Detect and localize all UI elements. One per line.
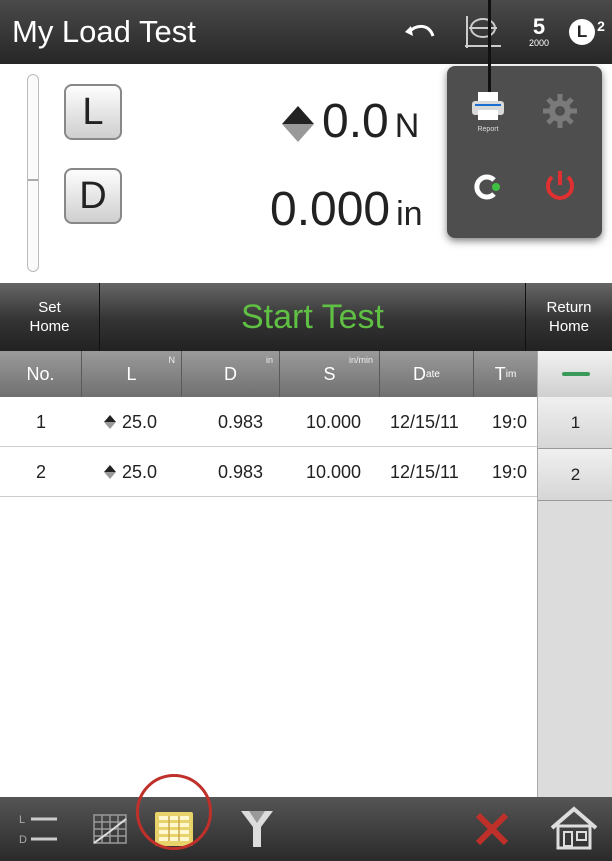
print-caption: Report	[477, 125, 499, 133]
callout-pointer-line	[488, 0, 491, 92]
displacement-button[interactable]: D	[64, 168, 122, 224]
direction-arrows-icon	[104, 465, 116, 479]
speed-indicator[interactable]: 5 2000	[520, 14, 558, 50]
svg-text:L: L	[19, 814, 25, 826]
cell-load: 25.0	[104, 397, 157, 447]
cell-speed: 10.000	[306, 411, 362, 432]
cell-date: 12/15/11	[390, 461, 459, 482]
cell-no: 2	[36, 461, 47, 482]
graph-grid-button[interactable]	[82, 797, 136, 861]
home-icon	[550, 806, 598, 850]
delete-button[interactable]	[462, 797, 522, 861]
filter-icon	[241, 811, 273, 847]
ld-graph-icon: L D	[19, 814, 57, 846]
speed-unit: 2000	[528, 38, 550, 48]
filter-button[interactable]	[222, 797, 292, 861]
cell-date: 12/15/11	[390, 411, 459, 432]
load-value: 0.0	[322, 95, 389, 148]
power-button[interactable]	[525, 152, 595, 222]
limit-badge-letter: L	[569, 19, 596, 45]
set-home-button[interactable]: Set Home	[0, 283, 100, 351]
speed-value: 5	[532, 14, 546, 39]
limit-badge[interactable]: L 2	[568, 14, 606, 50]
power-icon	[546, 171, 574, 200]
title-bar: My Load Test 5 2000 L 2	[0, 0, 612, 64]
direction-arrows-icon	[104, 415, 116, 429]
side-panel: 1 2	[537, 351, 612, 797]
return-home-button[interactable]: Return Home	[525, 283, 612, 351]
table-view-icon	[155, 812, 193, 846]
load-unit: N	[394, 107, 420, 145]
table-row[interactable]: 1 25.0 0.983 10.000 12/15/11 19:0	[0, 397, 537, 447]
load-readout: 0.0 N	[282, 94, 419, 149]
reset-icon	[474, 174, 500, 200]
col-header-time[interactable]: Tim	[474, 351, 537, 397]
col-header-no[interactable]: No.	[0, 351, 82, 397]
results-table-body: 1 25.0 0.983 10.000 12/15/11 19:0 2 25.0…	[0, 397, 537, 497]
page-title: My Load Test	[12, 14, 196, 49]
table-view-button[interactable]	[142, 797, 206, 861]
minus-icon	[561, 372, 590, 376]
return-home-line2: Home	[548, 318, 589, 335]
direction-arrows-icon	[282, 106, 314, 143]
cell-time: 19:0	[492, 411, 528, 432]
home-button[interactable]	[542, 797, 606, 861]
cell-no: 1	[36, 411, 47, 432]
col-header-speed[interactable]: S in/min	[280, 351, 380, 397]
cell-time: 19:0	[492, 461, 528, 482]
table-row[interactable]: 2 25.0 0.983 10.000 12/15/11 19:0	[0, 447, 537, 497]
settings-button[interactable]	[525, 76, 595, 146]
graph-view-icon[interactable]	[460, 14, 502, 50]
displacement-unit: in	[396, 195, 423, 233]
reset-button[interactable]	[453, 152, 523, 222]
displacement-readout: 0.000 in	[270, 182, 423, 237]
svg-text:D: D	[19, 834, 27, 846]
grid-chart-icon	[93, 814, 127, 844]
control-bar: Set Home Start Test Return Home	[0, 283, 612, 351]
displacement-value: 0.000	[270, 183, 391, 236]
set-home-line2: Home	[29, 318, 70, 335]
col-header-date[interactable]: Date	[380, 351, 474, 397]
printer-icon	[472, 91, 504, 120]
side-item-2[interactable]: 2	[538, 449, 612, 501]
results-table-header: No. L N D in S in/min Date Tim	[0, 351, 537, 397]
cell-displacement: 0.983	[218, 461, 264, 482]
load-button[interactable]: L	[64, 84, 122, 140]
start-test-button[interactable]: Start Test	[100, 283, 525, 351]
set-home-line1: Set	[38, 299, 61, 316]
popup-menu: Report	[447, 66, 602, 238]
app-screen: My Load Test 5 2000 L 2 L D 0.0 N 0.000 …	[0, 0, 612, 861]
side-item-1[interactable]: 1	[538, 397, 612, 449]
bottom-toolbar: L D	[0, 797, 612, 861]
progress-slider[interactable]	[27, 74, 39, 272]
col-header-displacement[interactable]: D in	[182, 351, 280, 397]
cell-speed: 10.000	[306, 461, 362, 482]
ld-graph-button[interactable]: L D	[10, 797, 70, 861]
limit-badge-count: 2	[597, 18, 605, 34]
side-panel-collapse[interactable]	[538, 351, 612, 397]
col-header-load[interactable]: L N	[82, 351, 182, 397]
gear-icon	[543, 94, 577, 128]
slider-mark	[28, 179, 38, 181]
cell-displacement: 0.983	[218, 411, 264, 432]
delete-icon	[475, 812, 509, 846]
undo-icon[interactable]	[400, 14, 440, 50]
return-home-line1: Return	[546, 299, 592, 316]
cell-load: 25.0	[104, 447, 157, 497]
